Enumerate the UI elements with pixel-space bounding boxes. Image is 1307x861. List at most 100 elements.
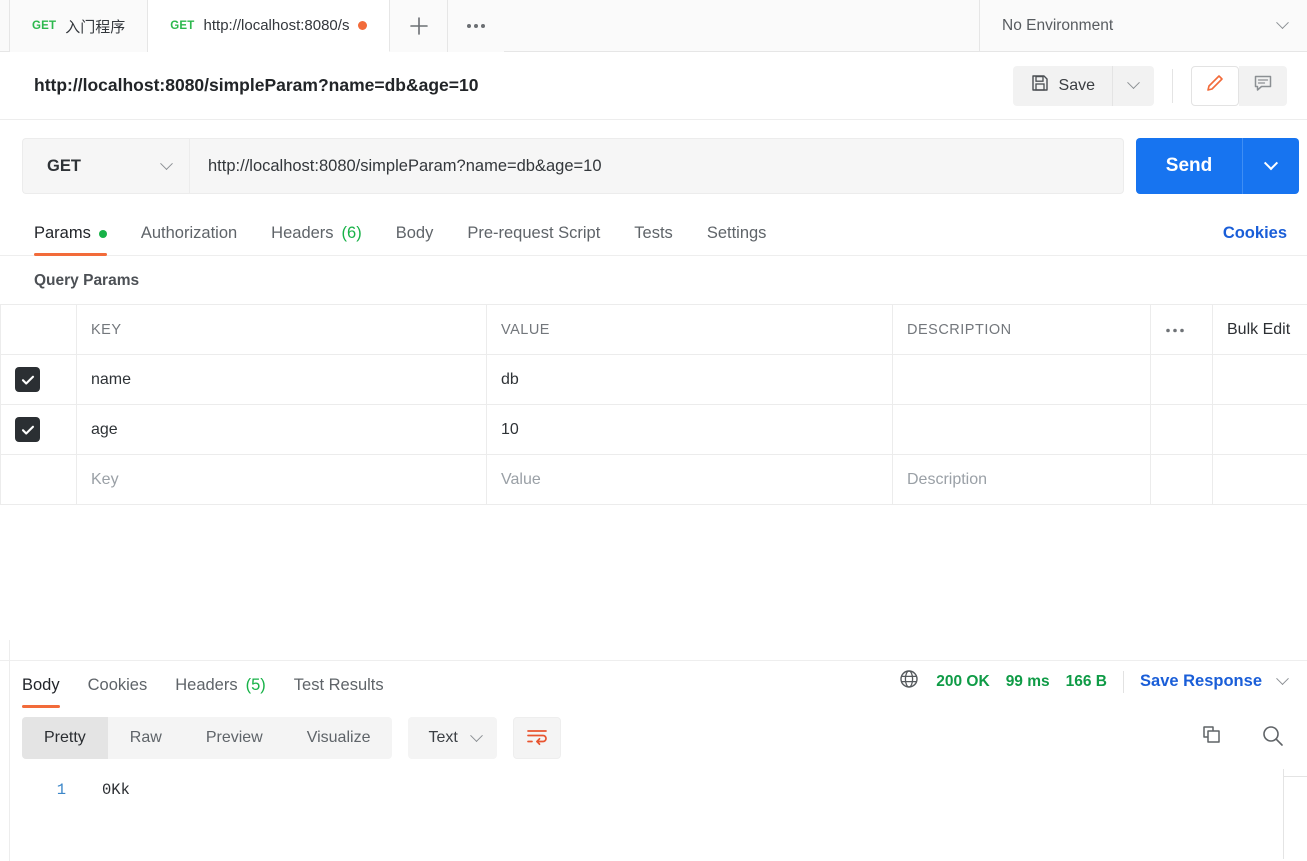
response-view-modes: Pretty Raw Preview Visualize xyxy=(22,717,393,759)
url-input[interactable]: http://localhost:8080/simpleParam?name=d… xyxy=(189,138,1124,194)
response-format-label: Text xyxy=(428,729,458,746)
send-button[interactable]: Send xyxy=(1136,138,1242,194)
tab-params[interactable]: Params xyxy=(34,224,107,256)
column-value: VALUE xyxy=(486,304,893,355)
code-rule-top xyxy=(1283,776,1307,777)
copy-icon[interactable] xyxy=(1199,723,1225,754)
tab-pre-request-script[interactable]: Pre-request Script xyxy=(467,224,600,255)
code-vertical-rule xyxy=(1283,769,1284,859)
tab-title-label: 入门程序 xyxy=(65,18,126,36)
row-description[interactable] xyxy=(892,404,1151,455)
wrap-lines-button[interactable] xyxy=(512,717,561,759)
response-tab-body[interactable]: Body xyxy=(22,676,60,708)
view-mode-preview[interactable]: Preview xyxy=(184,717,285,759)
chevron-down-icon xyxy=(469,728,483,742)
send-button-group: Send xyxy=(1136,138,1299,194)
new-param-key-input[interactable]: Key xyxy=(76,454,487,505)
response-tab-test-results[interactable]: Test Results xyxy=(294,676,384,707)
tab-tests[interactable]: Tests xyxy=(634,224,673,255)
response-actions xyxy=(1199,722,1287,755)
cookies-link[interactable]: Cookies xyxy=(1223,224,1287,255)
row-checkbox-empty[interactable] xyxy=(0,454,77,505)
chevron-down-icon xyxy=(1263,156,1279,171)
params-options-button[interactable] xyxy=(1150,304,1213,355)
request-tab-2[interactable]: GET http://localhost:8080/s xyxy=(148,0,391,52)
status-badge: 200 OK xyxy=(936,672,990,690)
query-params-title: Query Params xyxy=(34,272,140,289)
save-options-button[interactable] xyxy=(1112,65,1154,106)
response-panel-left-border xyxy=(9,640,10,861)
row-options[interactable] xyxy=(1150,354,1213,405)
search-icon[interactable] xyxy=(1259,722,1287,755)
response-tab-test-results-label: Test Results xyxy=(293,676,384,694)
response-view-toolbar: Pretty Raw Preview Visualize Text xyxy=(0,707,1307,769)
request-section-tabs: Params Authorization Headers (6) Body Pr… xyxy=(0,212,1307,256)
save-button[interactable]: Save xyxy=(1012,65,1112,106)
chevron-down-icon xyxy=(1276,16,1289,30)
row-value[interactable]: db xyxy=(486,354,893,405)
response-tab-cookies[interactable]: Cookies xyxy=(88,676,148,707)
send-options-button[interactable] xyxy=(1242,138,1299,194)
line-number: 1 xyxy=(56,781,66,799)
toolbar-divider xyxy=(1172,68,1173,103)
tab-body[interactable]: Body xyxy=(396,224,434,255)
view-mode-pretty[interactable]: Pretty xyxy=(22,717,108,759)
response-meta: 200 OK 99 ms 166 B Save Response xyxy=(898,668,1289,707)
row-description[interactable] xyxy=(892,354,1151,405)
tab-options-icon[interactable] xyxy=(448,0,505,52)
chevron-down-icon xyxy=(1127,76,1140,90)
row-checkbox[interactable] xyxy=(0,354,77,405)
row-value[interactable]: 10 xyxy=(486,404,893,455)
environment-selector[interactable]: No Environment xyxy=(980,0,1307,51)
globe-icon xyxy=(898,668,920,695)
response-tab-cookies-label: Cookies xyxy=(87,676,148,694)
tab-headers-count: (6) xyxy=(341,224,362,242)
new-param-value-input[interactable]: Value xyxy=(486,454,893,505)
edit-request-button[interactable] xyxy=(1191,65,1239,106)
response-section-tabs: Body Cookies Headers (5) Test Results 20… xyxy=(0,661,1307,708)
response-tab-headers[interactable]: Headers (5) xyxy=(175,676,266,707)
tab-title-label: http://localhost:8080/s xyxy=(203,17,350,34)
response-tab-headers-label: Headers xyxy=(175,676,238,694)
row-key[interactable]: name xyxy=(76,354,487,405)
column-checkbox xyxy=(0,304,77,355)
row-key[interactable]: age xyxy=(76,404,487,455)
new-tab-button[interactable] xyxy=(390,0,449,52)
response-tab-headers-count: (5) xyxy=(245,676,266,694)
unsaved-changes-dot xyxy=(358,21,368,30)
url-input-value: http://localhost:8080/simpleParam?name=d… xyxy=(208,156,602,175)
response-tab-body-label: Body xyxy=(22,676,60,694)
view-mode-visualize[interactable]: Visualize xyxy=(285,717,393,759)
request-name-bar: http://localhost:8080/simpleParam?name=d… xyxy=(0,52,1307,120)
save-response-button[interactable]: Save Response xyxy=(1140,672,1262,691)
view-mode-raw[interactable]: Raw xyxy=(108,717,184,759)
wrap-text-icon xyxy=(525,726,549,751)
response-size: 166 B xyxy=(1065,672,1108,690)
tab-method-label: GET xyxy=(170,19,195,32)
tab-headers[interactable]: Headers (6) xyxy=(271,224,362,255)
row-options[interactable] xyxy=(1150,404,1213,455)
table-row: name db xyxy=(0,354,1307,405)
comment-icon xyxy=(1252,72,1274,99)
chevron-down-icon[interactable] xyxy=(1276,672,1289,686)
meta-divider xyxy=(1123,670,1125,693)
http-method-select[interactable]: GET xyxy=(22,138,189,194)
response-format-select[interactable]: Text xyxy=(408,717,497,759)
tab-authorization[interactable]: Authorization xyxy=(141,224,237,255)
tab-settings[interactable]: Settings xyxy=(707,224,767,255)
row-options[interactable] xyxy=(1150,454,1213,505)
response-time: 99 ms xyxy=(1005,672,1050,690)
query-params-table: KEY VALUE DESCRIPTION Bulk Edit name db … xyxy=(0,304,1307,505)
tab-pre-request-script-label: Pre-request Script xyxy=(467,224,601,242)
row-checkbox[interactable] xyxy=(0,404,77,455)
new-param-description-input[interactable]: Description xyxy=(892,454,1151,505)
request-tab-1[interactable]: GET 入门程序 xyxy=(9,0,149,52)
comments-button[interactable] xyxy=(1239,65,1287,106)
tabstrip-spacer xyxy=(504,0,980,51)
tab-body-label: Body xyxy=(395,224,434,242)
params-modified-dot xyxy=(98,229,107,238)
bulk-edit-button[interactable]: Bulk Edit xyxy=(1212,304,1307,355)
response-body-viewer[interactable]: 1 0Kk xyxy=(0,769,1307,859)
code-line: 1 0Kk xyxy=(0,781,1307,799)
row-spacer xyxy=(1212,354,1307,405)
